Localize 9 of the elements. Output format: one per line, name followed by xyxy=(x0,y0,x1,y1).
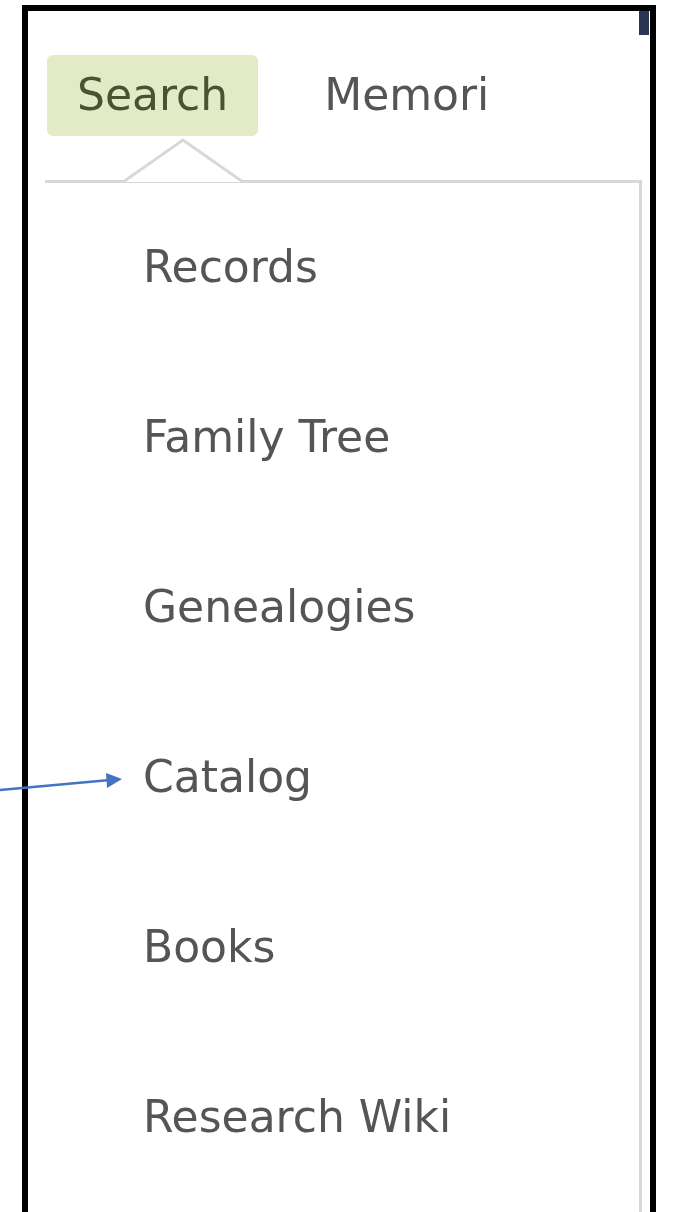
menu-item[interactable]: Genealogies xyxy=(143,574,416,639)
menu-item[interactable]: Research Wiki xyxy=(143,1084,452,1149)
menu-item[interactable]: Books xyxy=(143,914,276,979)
scrollbar-thumb[interactable] xyxy=(639,11,649,35)
menu-item[interactable]: Catalog xyxy=(143,744,312,809)
menu-item[interactable]: Family Tree xyxy=(143,404,391,469)
nav-tab[interactable]: Search xyxy=(47,55,259,136)
nav-tab[interactable]: Memori xyxy=(294,55,520,136)
menu-item[interactable]: Records xyxy=(143,234,318,299)
